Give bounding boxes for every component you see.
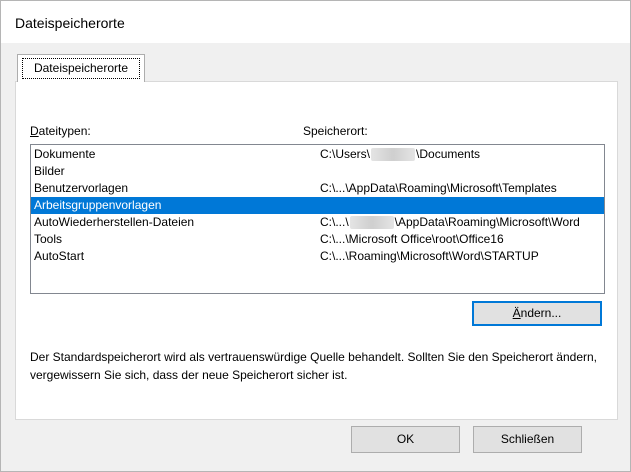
change-button[interactable]: Ändern... xyxy=(472,301,602,326)
redacted-username xyxy=(349,216,394,230)
file-type-cell: AutoWiederherstellen-Dateien xyxy=(34,215,195,229)
file-type-cell: Dokumente xyxy=(34,147,96,161)
description-text: Der Standardspeicherort wird als vertrau… xyxy=(30,350,597,382)
location-cell: C:\...\AppData\Roaming\Microsoft\Templat… xyxy=(320,181,557,195)
location-cell: C:\Users\ \Documents xyxy=(320,147,481,162)
file-type-cell: Tools xyxy=(34,232,63,246)
ok-button[interactable]: OK xyxy=(351,426,460,453)
list-item[interactable]: AutoStart C:\...\Roaming\Microsoft\Word\… xyxy=(31,248,604,265)
file-type-cell: Bilder xyxy=(34,164,65,178)
file-types-label-text: ateitypen: xyxy=(38,124,91,138)
list-item[interactable]: Benutzervorlagen C:\...\AppData\Roaming\… xyxy=(31,180,604,197)
redacted-username xyxy=(371,148,416,162)
file-locations-list[interactable]: Dokumente C:\Users\ \Documents Bilder Ben… xyxy=(30,144,605,294)
list-item[interactable]: Dokumente C:\Users\ \Documents xyxy=(31,146,604,163)
file-types-accelerator: D xyxy=(30,124,39,138)
list-item[interactable]: Tools C:\...\Microsoft Office\root\Offic… xyxy=(31,231,604,248)
list-item[interactable]: AutoWiederherstellen-Dateien C:\...\ \App… xyxy=(31,214,604,231)
change-accelerator: Ä xyxy=(512,306,521,320)
location-cell: C:\...\Roaming\Microsoft\Word\STARTUP xyxy=(320,249,539,263)
file-type-cell: AutoStart xyxy=(34,249,85,263)
file-type-cell: Benutzervorlagen xyxy=(34,181,129,195)
tab-label: Dateispeicherorte xyxy=(22,58,140,79)
file-types-label: Dateitypen: xyxy=(30,124,91,138)
tab-file-locations[interactable]: Dateispeicherorte xyxy=(17,54,145,82)
location-cell: C:\...\Microsoft Office\root\Office16 xyxy=(320,232,504,246)
location-cell: C:\...\ \AppData\Roaming\Microsoft\Word xyxy=(320,215,580,230)
title-bar: Dateispeicherorte xyxy=(1,1,630,43)
list-item[interactable]: Bilder xyxy=(31,163,604,180)
file-locations-dialog: Dateispeicherorte Dateispeicherorte Date… xyxy=(0,0,631,472)
dialog-title: Dateispeicherorte xyxy=(15,15,125,31)
change-label: ndern... xyxy=(520,306,562,320)
close-button[interactable]: Schließen xyxy=(473,426,582,453)
file-type-cell: Arbeitsgruppenvorlagen xyxy=(34,198,162,212)
location-label: Speicherort: xyxy=(303,124,368,138)
tab-panel: Dateitypen: Speicherort: Dokumente C:\Us… xyxy=(15,81,618,420)
list-item-selected[interactable]: Arbeitsgruppenvorlagen xyxy=(31,197,604,214)
